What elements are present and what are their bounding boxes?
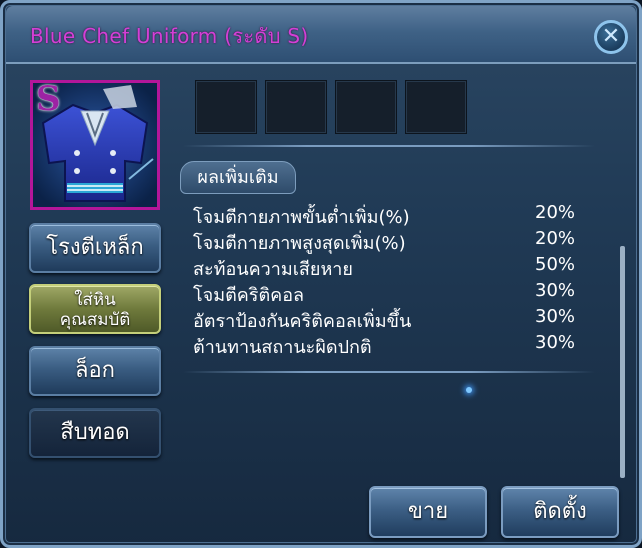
lock-button[interactable]: ล็อก <box>29 346 161 396</box>
stat-row: โจมตีกายภาพสูงสุดเพิ่ม(%) 20% <box>193 228 583 254</box>
close-button[interactable]: ✕ <box>594 20 628 54</box>
stat-value: 30% <box>535 280 576 301</box>
stats-scrollbar[interactable] <box>620 246 625 478</box>
item-grade-badge: S <box>36 80 61 119</box>
socket-stone-button[interactable]: ใส่หิน คุณสมบัติ <box>29 284 161 334</box>
title-bar: Blue Chef Uniform (ระดับ S) ✕ <box>6 6 636 64</box>
socket-stone-label-line2: คุณสมบัติ <box>59 310 131 330</box>
sparkle-effect <box>466 387 472 393</box>
socket-slot-4[interactable] <box>405 80 467 134</box>
stat-name: สะท้อนความเสียหาย <box>193 259 353 280</box>
stat-name: โจมตีกายภาพขั้นต่ำเพิ่ม(%) <box>193 207 410 228</box>
sell-button[interactable]: ขาย <box>369 486 487 538</box>
socket-slot-1[interactable] <box>195 80 257 134</box>
divider-top <box>183 145 595 147</box>
stat-name: อัตราป้องกันคริติคอลเพิ่มขึ้น <box>193 311 412 332</box>
divider-bottom <box>183 371 595 373</box>
stat-value: 50% <box>535 254 576 275</box>
socket-slot-3[interactable] <box>335 80 397 134</box>
stat-name: โจมตีกายภาพสูงสุดเพิ่ม(%) <box>193 233 406 254</box>
stat-row: โจมตีคริติคอล 30% <box>193 280 583 306</box>
stat-value: 30% <box>535 306 576 327</box>
socket-stone-label-line1: ใส่หิน <box>74 290 116 310</box>
inherit-button[interactable]: สืบทอด <box>29 408 161 458</box>
item-icon-frame: S <box>30 80 160 210</box>
stat-value: 20% <box>535 228 576 249</box>
stat-name: ต้านทานสถานะผิดปกติ <box>193 337 372 358</box>
window-title: Blue Chef Uniform (ระดับ S) <box>30 24 309 48</box>
stat-row: สะท้อนความเสียหาย 50% <box>193 254 583 280</box>
stat-row: โจมตีกายภาพขั้นต่ำเพิ่ม(%) 20% <box>193 202 583 228</box>
stat-row: ต้านทานสถานะผิดปกติ 30% <box>193 332 583 358</box>
socket-slot-2[interactable] <box>265 80 327 134</box>
equip-button[interactable]: ติดตั้ง <box>501 486 619 538</box>
stat-value: 30% <box>535 332 576 353</box>
stat-value: 20% <box>535 202 576 223</box>
bonus-section-header: ผลเพิ่มเติม <box>180 161 296 194</box>
forge-button[interactable]: โรงตีเหล็ก <box>29 223 161 273</box>
stat-name: โจมตีคริติคอล <box>193 285 305 306</box>
item-info-window: Blue Chef Uniform (ระดับ S) ✕ S ผลเพิ่มเ… <box>0 0 642 548</box>
stat-row: อัตราป้องกันคริติคอลเพิ่มขึ้น 30% <box>193 306 583 332</box>
close-icon: ✕ <box>601 24 621 49</box>
